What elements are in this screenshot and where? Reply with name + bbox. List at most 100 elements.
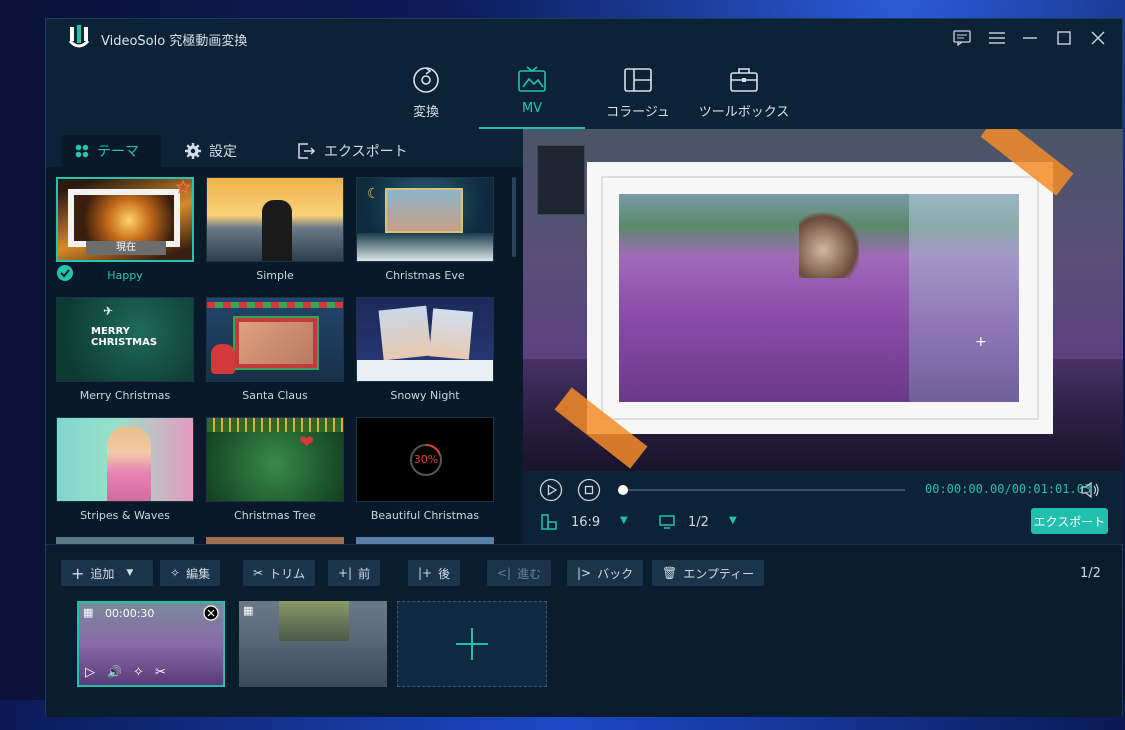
maximize-icon[interactable] <box>1053 27 1075 49</box>
clip-trim-icon[interactable]: ✂ <box>155 665 166 680</box>
convert-icon <box>413 67 439 93</box>
nav-convert-label: 変換 <box>412 105 439 120</box>
add-clip-plus-icon <box>456 628 488 660</box>
clip-volume-icon[interactable]: 🔊 <box>107 665 122 679</box>
screen-page-value[interactable]: 1/2 <box>688 515 709 530</box>
theme-item-partial[interactable] <box>56 537 194 544</box>
theme-item-christmas-tree[interactable]: ❤ Christmas Tree <box>206 417 344 522</box>
photo-frame <box>68 189 180 247</box>
theme-scrollbar[interactable] <box>512 177 516 257</box>
add-label: 追加 <box>90 566 115 581</box>
mv-icon <box>518 66 546 92</box>
trim-label: トリム <box>269 566 306 581</box>
theme-item-partial[interactable] <box>206 537 344 544</box>
export-button[interactable]: エクスポート <box>1031 508 1108 534</box>
empty-button[interactable]: 🗑 エンプティー <box>652 560 765 586</box>
theme-thumbnail: ☾ <box>356 177 494 262</box>
santa-figure <box>211 344 235 374</box>
person-silhouette <box>107 426 151 501</box>
edit-label: 編集 <box>186 566 211 581</box>
close-icon[interactable] <box>1087 27 1109 49</box>
theme-item-snowy-night[interactable]: Snowy Night <box>356 297 494 402</box>
menu-icon[interactable] <box>986 27 1008 49</box>
before-label: 前 <box>358 566 371 581</box>
app-logo-icon <box>68 25 90 48</box>
theme-grid: 現在 Happy Simple ☾ Christmas Eve MERRY CH… <box>56 177 506 544</box>
timeline-page: 1/2 <box>1080 566 1101 581</box>
nav-toolbox[interactable]: ツールボックス <box>691 65 797 129</box>
loading-percent: 30% <box>413 453 439 466</box>
forward-button[interactable]: <| 進む <box>487 560 552 586</box>
aspect-ratio-value[interactable]: 16:9 <box>571 515 600 530</box>
merry-christmas-text: MERRY CHRISTMAS <box>91 326 158 348</box>
forward-label: 進む <box>517 566 542 581</box>
app-title: VideoSolo 究極動画変換 <box>101 34 248 49</box>
add-clip-slot[interactable] <box>397 601 547 687</box>
add-button[interactable]: + 追加 ▼ <box>61 560 153 586</box>
nav-convert[interactable]: 変換 <box>373 65 479 129</box>
theme-label: Christmas Eve <box>385 269 465 282</box>
theme-item-stripes-waves[interactable]: Stripes & Waves <box>56 417 194 522</box>
theme-item-simple[interactable]: Simple <box>206 177 344 282</box>
theme-thumbnail <box>206 297 344 382</box>
seek-handle[interactable] <box>618 485 628 495</box>
sleigh-icon: ✈ <box>103 304 114 318</box>
theme-item-christmas-eve[interactable]: ☾ Christmas Eve <box>356 177 494 282</box>
clip-play-icon[interactable]: ▷ <box>85 665 95 680</box>
game-object <box>799 208 859 278</box>
crosshair-icon: + <box>975 334 987 350</box>
seek-bar[interactable] <box>623 489 905 491</box>
photo-frame <box>233 316 319 370</box>
theme-item-santa-claus[interactable]: Santa Claus <box>206 297 344 402</box>
back-button[interactable]: |> バック <box>567 560 644 586</box>
clip-item[interactable]: ▦ 00:00:30 ▷ 🔊 ✧ ✂ <box>77 601 225 687</box>
nav-mv-label: MV <box>521 101 543 116</box>
theme-item-beautiful-christmas[interactable]: 30% Beautiful Christmas <box>356 417 494 522</box>
tab-export[interactable]: エクスポート <box>284 135 422 167</box>
add-dropdown-icon[interactable]: ▼ <box>126 568 133 578</box>
snow-ground <box>357 360 493 381</box>
magic-wand-icon: ✧ <box>170 566 181 580</box>
clip-item[interactable]: ▦ <box>239 601 387 687</box>
trim-button[interactable]: ✂ トリム <box>243 560 316 586</box>
film-icon: ▦ <box>83 606 94 619</box>
clip-edit-icon[interactable]: ✧ <box>133 665 144 680</box>
clip-scene <box>279 601 349 641</box>
export-icon <box>298 143 316 159</box>
after-button[interactable]: |+ 後 <box>408 560 461 586</box>
theme-item-happy[interactable]: 現在 Happy <box>56 177 194 282</box>
panel-tabs: テーマ 設定 エクスポート <box>46 129 523 167</box>
favorite-star-icon[interactable] <box>176 180 190 194</box>
edit-button[interactable]: ✧ 編集 <box>160 560 221 586</box>
volume-icon[interactable] <box>1080 481 1100 499</box>
theme-thumbnail: MERRY CHRISTMAS ✈ <box>56 297 194 382</box>
theme-thumbnail: 現在 <box>56 177 194 262</box>
back-label: バック <box>597 566 634 581</box>
theme-item-partial[interactable] <box>356 537 494 544</box>
clip-duration: 00:00:30 <box>105 607 155 620</box>
nav-collage[interactable]: コラージュ <box>585 65 691 129</box>
tab-theme-label: テーマ <box>97 144 139 160</box>
video-preview: + <box>523 129 1123 471</box>
time-display: 00:00:00.00/00:01:01.03 <box>925 482 1092 496</box>
trash-icon: 🗑 <box>662 566 678 580</box>
stop-icon[interactable] <box>577 478 601 502</box>
hud-element <box>537 145 585 215</box>
feedback-icon[interactable] <box>951 27 973 49</box>
moon-icon: ☾ <box>367 186 380 202</box>
main-nav: 変換 MV コラージュ ツールボックス <box>46 57 1122 129</box>
tab-theme[interactable]: テーマ <box>61 135 161 167</box>
remove-clip-icon[interactable] <box>203 605 219 621</box>
screen-dropdown-icon[interactable]: ▼ <box>729 515 737 526</box>
player-controls: 00:00:00.00/00:01:01.03 16:9 ▼ 1/2 ▼ エクス… <box>523 471 1123 544</box>
theme-grid-icon <box>75 144 89 158</box>
play-icon[interactable] <box>539 478 563 502</box>
nav-mv[interactable]: MV <box>479 65 585 129</box>
theme-item-merry-christmas[interactable]: MERRY CHRISTMAS ✈ Merry Christmas <box>56 297 194 402</box>
before-button[interactable]: +| 前 <box>328 560 381 586</box>
mv-video-frame: + <box>619 194 1019 402</box>
tab-settings[interactable]: 設定 <box>171 135 251 167</box>
timeline-panel: + 追加 ▼ ✧ 編集 ✂ トリム +| 前 |+ 後 <| 進む |> バック <box>46 544 1122 717</box>
minimize-icon[interactable] <box>1019 27 1041 49</box>
aspect-dropdown-icon[interactable]: ▼ <box>620 515 628 526</box>
